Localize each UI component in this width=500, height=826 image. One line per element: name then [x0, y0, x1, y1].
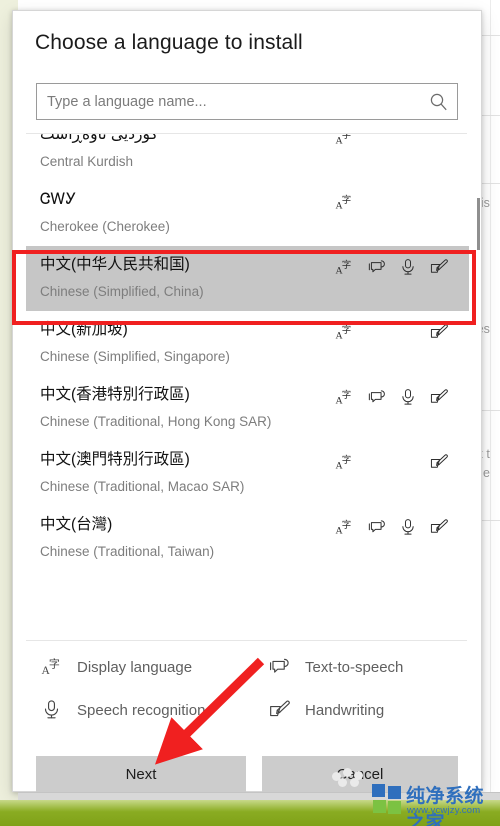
display-language-icon: A字	[335, 258, 357, 278]
choose-language-dialog: Choose a language to install کوردیی ناوە…	[12, 10, 482, 792]
svg-text:字: 字	[342, 324, 351, 336]
language-list-item[interactable]: 中文(中华人民共和国) Chinese (Simplified, China) A 字	[26, 246, 469, 311]
watermark-url: www.ycwjzy.com	[407, 805, 481, 816]
legend-item: Handwriting	[269, 699, 384, 721]
language-list-item[interactable]: کوردیی ناوەڕاست Central Kurdish A 字	[26, 134, 469, 181]
language-list-scrollbar[interactable]	[476, 134, 480, 634]
language-feature-icons: A字	[335, 134, 455, 148]
svg-text:字: 字	[342, 454, 351, 466]
speech-recognition-icon	[41, 699, 63, 721]
dialog-title: Choose a language to install	[35, 31, 303, 54]
svg-text:字: 字	[342, 259, 351, 271]
speech-recognition-icon	[399, 388, 421, 408]
legend-item-label: Text-to-speech	[305, 658, 404, 676]
legend-item: A 字 Display language	[41, 656, 193, 678]
language-feature-icons: A字	[335, 388, 455, 408]
handwriting-icon	[430, 388, 452, 408]
language-feature-icons: A字	[335, 323, 455, 343]
language-feature-icons: A字	[335, 518, 455, 538]
language-english-name: Chinese (Traditional, Hong Kong SAR)	[40, 414, 272, 429]
text-to-speech-icon	[368, 518, 390, 538]
svg-text:字: 字	[342, 194, 351, 206]
language-english-name: Central Kurdish	[40, 154, 134, 169]
language-english-name: Chinese (Traditional, Macao SAR)	[40, 479, 245, 494]
legend-item-label: Display language	[77, 658, 193, 676]
feature-legend: A 字 Display language Text-to-speech Speech r…	[41, 656, 461, 732]
legend-item-label: Speech recognition	[77, 701, 206, 719]
text-to-speech-icon	[368, 388, 390, 408]
speech-recognition-icon	[399, 518, 421, 538]
language-feature-icons: A字	[335, 258, 455, 278]
scrollbar-thumb[interactable]	[477, 198, 480, 250]
background-text-fragment: e	[482, 466, 490, 480]
language-feature-icons: A字	[335, 453, 455, 473]
legend-item: Text-to-speech	[269, 656, 403, 678]
search-box[interactable]	[36, 83, 458, 120]
search-icon	[429, 92, 448, 111]
watermark-logo-icon	[372, 784, 402, 814]
language-list[interactable]: کوردیی ناوەڕاست Central Kurdish A 字 ᏣᎳᎩ Chero…	[26, 134, 469, 634]
language-english-name: Chinese (Traditional, Taiwan)	[40, 544, 215, 559]
display-language-icon: A字	[335, 388, 357, 408]
display-language-icon: A字	[335, 518, 357, 538]
language-list-item[interactable]: 中文(澳門特別行政區) Chinese (Traditional, Macao S…	[26, 441, 469, 506]
handwriting-icon	[430, 453, 452, 473]
next-button[interactable]: Next	[36, 756, 246, 792]
language-list-item[interactable]: ᏣᎳᎩ Cherokee (Cherokee) A 字	[26, 181, 469, 246]
svg-text:字: 字	[49, 657, 60, 671]
display-language-icon: A字	[335, 453, 357, 473]
language-list-item[interactable]: 中文(台灣) Chinese (Traditional, Taiwan) A 字	[26, 506, 469, 571]
language-english-name: Cherokee (Cherokee)	[40, 219, 170, 234]
svg-text:字: 字	[342, 519, 351, 531]
background-vertical-rule	[490, 0, 491, 800]
language-list-item[interactable]: 中文(香港特別行政區) Chinese (Traditional, Hong Ko…	[26, 376, 469, 441]
legend-item-label: Handwriting	[305, 701, 385, 719]
language-feature-icons: A字	[335, 193, 455, 213]
legend-item: Speech recognition	[41, 699, 205, 721]
watermark-name: 纯净系统之家	[406, 785, 485, 826]
watermark: 纯净系统之家 www.ycwjzy.com	[332, 768, 500, 826]
handwriting-icon	[430, 323, 452, 343]
language-english-name: Chinese (Simplified, Singapore)	[40, 349, 230, 364]
language-list-item[interactable]: 中文(新加坡) Chinese (Simplified, Singapore) A 字	[26, 311, 469, 376]
legend-top-divider	[26, 640, 467, 641]
svg-text:字: 字	[342, 389, 351, 401]
display-language-icon: A字	[335, 323, 357, 343]
handwriting-icon	[269, 699, 291, 721]
speech-recognition-icon	[399, 258, 421, 278]
watermark-dots	[332, 768, 374, 787]
svg-text:字: 字	[342, 134, 351, 141]
text-to-speech-icon	[269, 656, 291, 678]
display-language-icon: A字	[335, 134, 357, 148]
search-input[interactable]	[37, 84, 427, 119]
display-language-icon: A字	[41, 656, 63, 678]
screenshot-root: his ses at t e Choose a language to inst…	[0, 0, 500, 826]
display-language-icon: A字	[335, 193, 357, 213]
handwriting-icon	[430, 258, 452, 278]
handwriting-icon	[430, 518, 452, 538]
text-to-speech-icon	[368, 258, 390, 278]
language-english-name: Chinese (Simplified, China)	[40, 284, 204, 299]
